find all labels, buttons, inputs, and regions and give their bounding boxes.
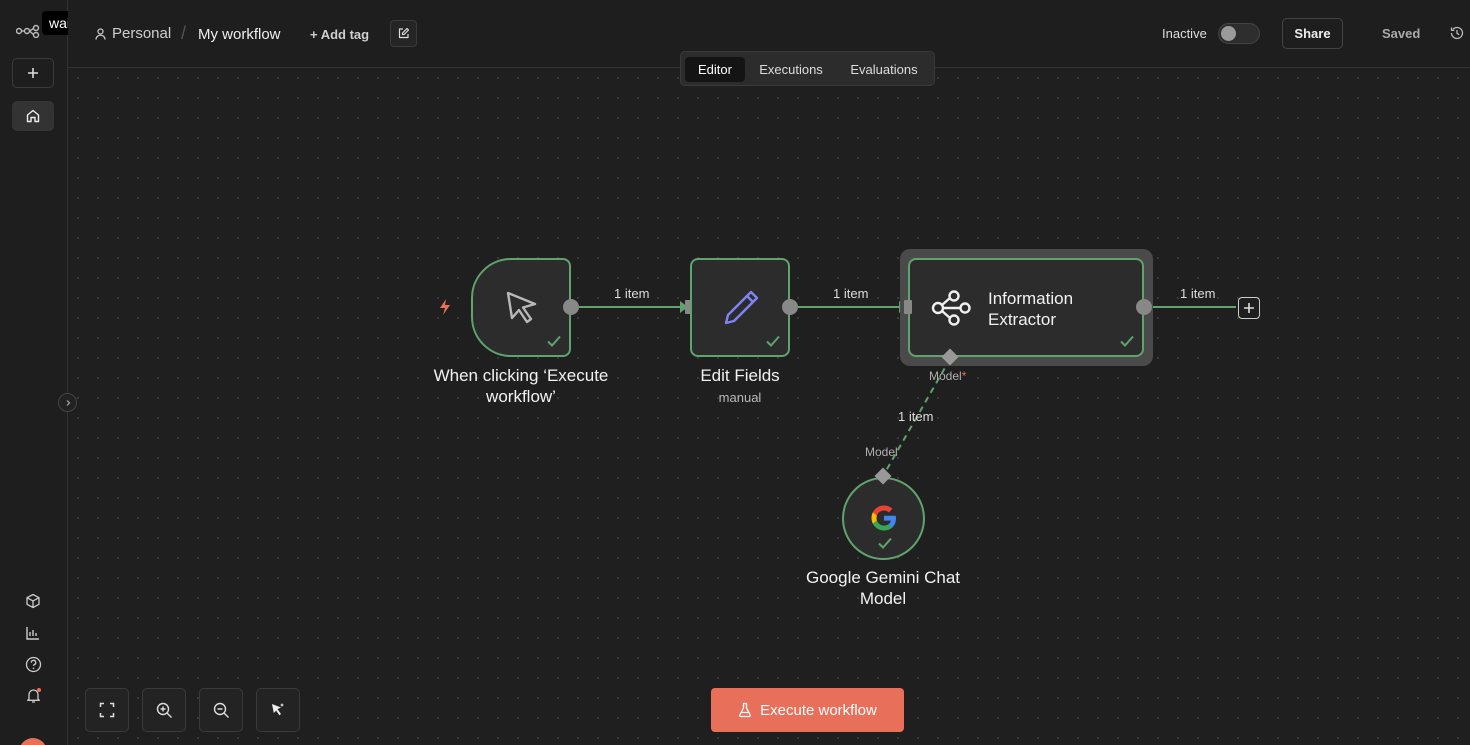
edge-label: 1 item: [898, 409, 934, 424]
zoom-out-icon: [213, 702, 229, 718]
tidy-up-icon: [272, 703, 284, 716]
workflow-name[interactable]: My workflow: [198, 26, 281, 43]
execute-workflow-label: Execute workflow: [760, 701, 877, 719]
insights-icon[interactable]: [22, 622, 44, 644]
node-title: Information Extractor: [988, 289, 1074, 329]
output-port[interactable]: [563, 299, 579, 315]
fit-view-icon: [99, 702, 115, 718]
zoom-in-button[interactable]: [142, 688, 186, 732]
success-check-icon: [878, 537, 892, 549]
project-name: Personal: [112, 25, 172, 42]
sidebar: wait: [0, 0, 81, 745]
add-node-button[interactable]: [1238, 297, 1260, 319]
help-icon[interactable]: [22, 653, 44, 675]
tidy-up-button[interactable]: [256, 688, 300, 732]
node-sublabel: manual: [718, 390, 762, 405]
trigger-bolt-icon: [440, 299, 450, 315]
node-information-extractor[interactable]: Information Extractor: [908, 258, 1144, 357]
edit-description-button[interactable]: [390, 20, 417, 47]
plus-icon: [28, 68, 38, 78]
model-port-label: Model*: [929, 369, 967, 383]
home-button[interactable]: [12, 101, 54, 131]
active-toggle[interactable]: [1218, 23, 1260, 44]
saved-status: Saved: [1382, 26, 1421, 41]
edge-label: 1 item: [833, 286, 869, 301]
success-check-icon: [766, 335, 780, 347]
breadcrumb-separator: /: [181, 23, 187, 43]
pencil-icon: [724, 290, 759, 325]
avatar[interactable]: [19, 738, 47, 745]
toggle-knob: [1221, 26, 1236, 41]
create-button[interactable]: [12, 58, 54, 88]
view-tabs: Editor Executions Evaluations: [680, 51, 935, 86]
edges-layer: [571, 301, 1236, 477]
plus-icon: [1244, 303, 1254, 313]
edge-label: 1 item: [1180, 286, 1216, 301]
zoom-out-button[interactable]: [199, 688, 243, 732]
active-status-label: Inactive: [1162, 26, 1207, 41]
workflow-canvas[interactable]: When clicking ‘Execute workflow’ Edit Fi…: [68, 68, 1470, 745]
sidebar-expand-button[interactable]: [58, 393, 77, 412]
n8n-logo-icon[interactable]: [15, 24, 44, 43]
node-manual-trigger[interactable]: [471, 258, 571, 357]
chevron-right-icon: [66, 399, 70, 406]
edit-note-icon: [398, 27, 410, 39]
notifications-bell-icon[interactable]: [22, 684, 44, 706]
user-icon: [95, 27, 106, 40]
tab-editor[interactable]: Editor: [685, 57, 745, 82]
tab-evaluations[interactable]: Evaluations: [838, 57, 930, 82]
node-edit-fields[interactable]: [690, 258, 790, 357]
edge-label: 1 item: [614, 286, 650, 301]
share-button[interactable]: Share: [1282, 18, 1343, 49]
history-icon[interactable]: [1449, 25, 1465, 46]
output-port[interactable]: [1136, 299, 1152, 315]
model-output-port-label: Model: [865, 445, 898, 459]
success-check-icon: [547, 335, 561, 347]
input-port[interactable]: [904, 300, 912, 314]
tab-executions[interactable]: Executions: [749, 57, 833, 82]
add-tag-button[interactable]: + Add tag: [310, 27, 369, 42]
node-label: Google Gemini Chat Model: [805, 568, 961, 608]
flask-icon: [739, 702, 752, 718]
breadcrumb-project[interactable]: Personal: [95, 25, 171, 42]
node-google-gemini-chat-model[interactable]: [842, 477, 925, 560]
zoom-to-fit-button[interactable]: [85, 688, 129, 732]
execute-workflow-button[interactable]: Execute workflow: [711, 688, 904, 732]
output-port[interactable]: [782, 299, 798, 315]
extractor-icon: [931, 290, 971, 326]
success-check-icon: [1120, 335, 1134, 347]
node-label: When clicking ‘Execute workflow’: [433, 366, 609, 406]
zoom-in-icon: [156, 702, 172, 718]
home-icon: [26, 109, 40, 123]
google-g-icon: [871, 505, 896, 531]
templates-icon[interactable]: [22, 590, 44, 612]
cursor-icon: [506, 291, 537, 324]
node-label: Edit Fields: [700, 366, 780, 385]
